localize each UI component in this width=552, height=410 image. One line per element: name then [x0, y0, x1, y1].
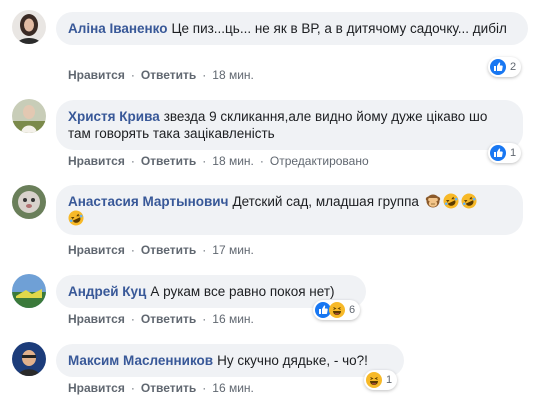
comment-bubble: Аліна Іваненко Це пиз...ць... не як в ВР,…: [56, 12, 528, 45]
reaction-summary[interactable]: 6: [313, 300, 361, 320]
comment-actions: Нравится · Ответить · 16 мин.: [68, 312, 254, 326]
like-link[interactable]: Нравится: [68, 243, 125, 257]
reply-link[interactable]: Ответить: [141, 68, 196, 82]
avatar[interactable]: [12, 99, 46, 133]
reply-link[interactable]: Ответить: [141, 154, 196, 168]
timestamp[interactable]: 16 мин.: [212, 312, 254, 326]
reaction-count: 1: [510, 147, 517, 159]
comment-actions: Нравится · Ответить · 18 мин. · Отредактирован…: [68, 154, 369, 168]
comment-actions: Нравится · Ответить · 17 мин.: [68, 243, 254, 257]
avatar[interactable]: [12, 185, 46, 219]
author-name[interactable]: Максим Масленников: [68, 353, 213, 368]
author-name[interactable]: Аліна Іваненко: [68, 21, 168, 36]
like-icon: [490, 59, 506, 75]
comment-actions: Нравится · Ответить · 16 мин.: [68, 381, 254, 395]
author-name[interactable]: Христя Крива: [68, 109, 160, 124]
author-name[interactable]: Андрей Куц: [68, 284, 146, 299]
author-name[interactable]: Анастасия Мартынович: [68, 194, 228, 209]
like-icon: [490, 145, 506, 161]
comment-text: Це пиз...ць... не як в ВР, а в дитячому …: [171, 21, 507, 36]
rofl-icon: [461, 193, 477, 209]
avatar[interactable]: [12, 274, 46, 308]
avatar[interactable]: [12, 342, 46, 376]
edited-label[interactable]: Отредактировано: [270, 154, 369, 168]
see-no-evil-monkey-icon: [425, 193, 441, 209]
comment-bubble: Христя Крива звезда 9 скликання,але видно…: [56, 100, 523, 150]
reaction-summary[interactable]: 1: [488, 143, 522, 163]
reaction-count: 6: [349, 304, 356, 316]
timestamp[interactable]: 17 мин.: [212, 243, 254, 257]
reply-link[interactable]: Ответить: [141, 381, 196, 395]
rofl-icon: [68, 210, 84, 226]
comment-text: Детский сад, младшая группа: [232, 194, 419, 209]
like-link[interactable]: Нравится: [68, 154, 125, 168]
avatar[interactable]: [12, 10, 46, 44]
timestamp[interactable]: 16 мин.: [212, 381, 254, 395]
reaction-summary[interactable]: 1: [364, 370, 398, 390]
comment-text: Ну скучно дядьке, - чо?!: [217, 353, 368, 368]
reply-link[interactable]: Ответить: [141, 243, 196, 257]
like-link[interactable]: Нравится: [68, 381, 125, 395]
reply-link[interactable]: Ответить: [141, 312, 196, 326]
reaction-count: 2: [510, 61, 517, 73]
timestamp[interactable]: 18 мин.: [212, 68, 254, 82]
like-link[interactable]: Нравится: [68, 312, 125, 326]
haha-icon: [366, 372, 382, 388]
comment-text: А рукам все равно покоя нет): [150, 284, 335, 299]
rofl-icon: [443, 193, 459, 209]
timestamp[interactable]: 18 мин.: [212, 154, 254, 168]
comment-bubble: Анастасия Мартынович Детский сад, младшая…: [56, 185, 523, 235]
haha-icon: [329, 302, 345, 318]
reaction-summary[interactable]: 2: [488, 57, 522, 77]
like-link[interactable]: Нравится: [68, 68, 125, 82]
reaction-count: 1: [386, 374, 393, 386]
comment-actions: Нравится · Ответить · 18 мин.: [68, 68, 254, 82]
comment-bubble: Максим Масленников Ну скучно дядьке, - чо…: [56, 344, 404, 377]
